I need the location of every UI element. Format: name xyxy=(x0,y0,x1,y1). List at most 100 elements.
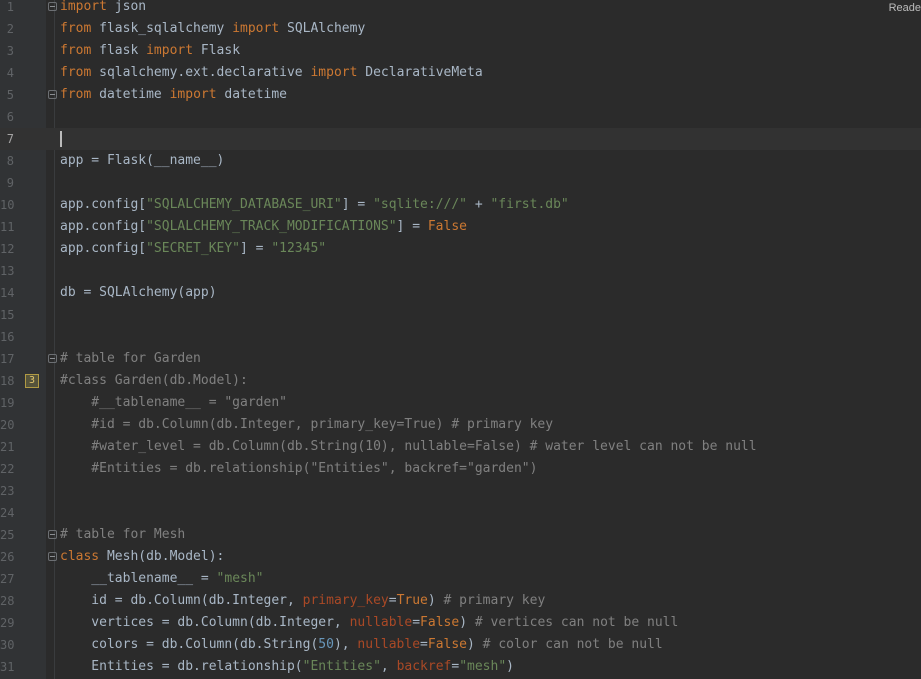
fold-toggle-icon[interactable] xyxy=(48,530,57,539)
code-line[interactable]: 13 xyxy=(0,260,921,282)
fold-toggle-icon[interactable] xyxy=(48,90,57,99)
code-token: Mesh(db.Model): xyxy=(99,549,225,564)
code-line[interactable]: 12 app.config["SECRET_KEY"] = "12345" xyxy=(0,238,921,260)
code-token: ) xyxy=(467,637,483,652)
code-line[interactable]: 27 __tablename__ = "mesh" xyxy=(0,568,921,590)
code-text: app = Flask(__name__) xyxy=(60,150,224,172)
code-token: class xyxy=(60,549,100,564)
code-token: __tablename__ = xyxy=(60,571,217,586)
line-number: 20 xyxy=(0,418,15,432)
code-line[interactable]: 22 #Entities = db.relationship("Entities… xyxy=(0,458,921,480)
line-number: 17 xyxy=(0,352,15,366)
code-line[interactable]: 6 xyxy=(0,106,921,128)
code-token: , xyxy=(380,659,397,674)
code-token: json xyxy=(106,0,147,14)
code-token: = xyxy=(412,615,421,630)
code-line[interactable]: 24 xyxy=(0,502,921,524)
code-line[interactable]: 8 app = Flask(__name__) xyxy=(0,150,921,172)
code-line[interactable]: 28 id = db.Column(db.Integer, primary_ke… xyxy=(0,590,921,612)
line-number: 30 xyxy=(0,638,15,652)
code-line[interactable]: 29 vertices = db.Column(db.Integer, null… xyxy=(0,612,921,634)
code-line[interactable]: 23 xyxy=(0,480,921,502)
line-number: 29 xyxy=(0,616,15,630)
code-token: nullable xyxy=(349,615,413,630)
code-token: ) xyxy=(459,615,475,630)
code-line[interactable]: 21 #water_level = db.Column(db.String(10… xyxy=(0,436,921,458)
code-line[interactable]: 2 from flask_sqlalchemy import SQLAlchemy xyxy=(0,18,921,40)
code-token: app = Flask(__name__) xyxy=(60,153,225,168)
code-line[interactable]: 30 colors = db.Column(db.String(50), nul… xyxy=(0,634,921,656)
code-token: ] = xyxy=(240,241,272,256)
code-line[interactable]: 5 from datetime import datetime xyxy=(0,84,921,106)
code-token: app.config[ xyxy=(60,219,147,234)
code-line[interactable]: 20 #id = db.Column(db.Integer, primary_k… xyxy=(0,414,921,436)
code-line[interactable]: 10 app.config["SQLALCHEMY_DATABASE_URI"] … xyxy=(0,194,921,216)
line-number: 21 xyxy=(0,440,15,454)
code-text: # table for Garden xyxy=(60,348,201,370)
line-number: 24 xyxy=(0,506,15,520)
code-token: flask_sqlalchemy xyxy=(91,21,233,36)
code-line[interactable]: 16 xyxy=(0,326,921,348)
code-token: "first.db" xyxy=(490,197,569,212)
code-token: = xyxy=(388,593,397,608)
code-token: # table for Garden xyxy=(60,351,201,366)
code-token: ) xyxy=(506,659,514,674)
annotation-badge[interactable]: 3 xyxy=(25,374,39,388)
code-line[interactable]: 14 db = SQLAlchemy(app) xyxy=(0,282,921,304)
fold-toggle-icon[interactable] xyxy=(48,354,57,363)
fold-toggle-icon[interactable] xyxy=(48,552,57,561)
code-text: #water_level = db.Column(db.String(10), … xyxy=(60,436,757,458)
code-line[interactable]: 11 app.config["SQLALCHEMY_TRACK_MODIFICAT… xyxy=(0,216,921,238)
code-token: False xyxy=(427,637,468,652)
line-number: 7 xyxy=(6,132,14,146)
line-number: 26 xyxy=(0,550,15,564)
code-line[interactable]: 26 class Mesh(db.Model): xyxy=(0,546,921,568)
code-editor[interactable]: Reade 1 import json 2 from flask_sqlalchemy… xyxy=(0,0,921,679)
code-line[interactable]: 4 from sqlalchemy.ext.declarative import … xyxy=(0,62,921,84)
code-token: app.config[ xyxy=(60,241,147,256)
code-token: DeclarativeMeta xyxy=(357,65,483,80)
code-token: colors = db.Column(db.String( xyxy=(60,637,319,652)
code-token: datetime xyxy=(91,87,170,102)
code-text: Entities = db.relationship("Entities", b… xyxy=(60,656,514,678)
code-text: db = SQLAlchemy(app) xyxy=(60,282,217,304)
code-token: #water_level = db.Column(db.String(10), … xyxy=(60,439,757,454)
code-token: # table for Mesh xyxy=(60,527,186,542)
line-number: 9 xyxy=(6,176,14,190)
line-number: 16 xyxy=(0,330,15,344)
code-text: from datetime import datetime xyxy=(60,84,287,106)
code-token: 50 xyxy=(318,637,334,652)
code-token: from xyxy=(60,43,92,58)
code-text: import json xyxy=(60,0,146,18)
code-token: backref xyxy=(396,659,452,674)
code-token: flask xyxy=(91,43,147,58)
code-lines[interactable]: 1 import json 2 from flask_sqlalchemy impor… xyxy=(0,0,921,678)
code-token: from xyxy=(60,21,92,36)
code-token: "Entities" xyxy=(302,659,381,674)
code-line[interactable]: 9 xyxy=(0,172,921,194)
code-line[interactable]: 19 #__tablename__ = "garden" xyxy=(0,392,921,414)
code-token: import xyxy=(146,43,194,58)
code-line[interactable]: 17 # table for Garden xyxy=(0,348,921,370)
code-line[interactable]: 1 import json xyxy=(0,0,921,18)
line-number: 12 xyxy=(0,242,15,256)
code-text: #Entities = db.relationship("Entities", … xyxy=(60,458,537,480)
code-token: SQLAlchemy xyxy=(279,21,366,36)
code-token: Flask xyxy=(193,43,241,58)
fold-toggle-icon[interactable] xyxy=(48,2,57,11)
line-number: 31 xyxy=(0,660,15,674)
code-token: import xyxy=(60,0,107,14)
code-line[interactable]: 25 # table for Mesh xyxy=(0,524,921,546)
code-token: "SQLALCHEMY_DATABASE_URI" xyxy=(146,197,342,212)
code-text: id = db.Column(db.Integer, primary_key=T… xyxy=(60,590,545,612)
code-token: "12345" xyxy=(271,241,327,256)
code-line[interactable]: 7 xyxy=(0,128,921,150)
code-token: #id = db.Column(db.Integer, primary_key=… xyxy=(60,417,554,432)
code-token: # primary key xyxy=(443,593,546,608)
code-line[interactable]: 18 3 #class Garden(db.Model): xyxy=(0,370,921,392)
code-line[interactable]: 15 xyxy=(0,304,921,326)
code-token: vertices = db.Column(db.Integer, xyxy=(60,615,350,630)
code-token: + xyxy=(467,197,491,212)
code-line[interactable]: 31 Entities = db.relationship("Entities"… xyxy=(0,656,921,678)
code-line[interactable]: 3 from flask import Flask xyxy=(0,40,921,62)
